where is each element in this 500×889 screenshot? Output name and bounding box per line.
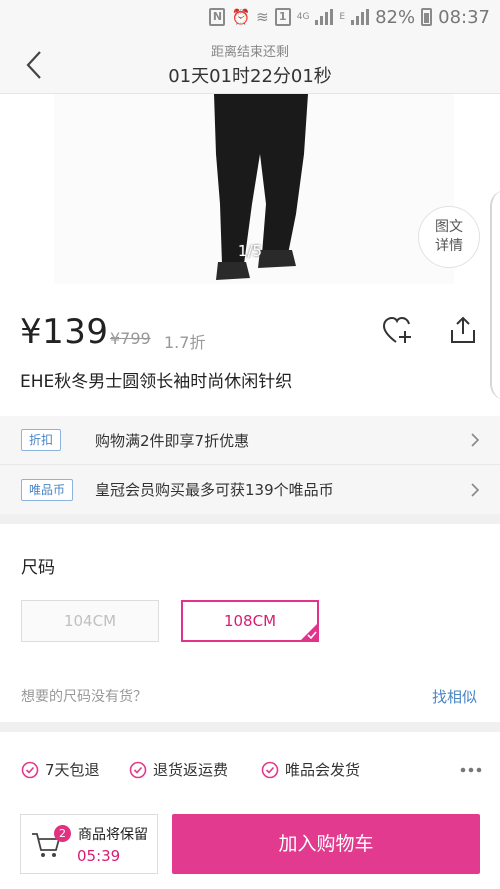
sim-icon: 1 [274,8,291,26]
battery-percent: 82% [375,6,416,28]
product-title: EHE秋冬男士圆领长袖时尚休闲针织 [20,372,293,392]
add-to-cart-button[interactable]: 加入购物车 [172,814,480,874]
section-divider [0,514,500,524]
detail-button-line2: 详情 [435,238,463,254]
wifi-icon: ≋ [256,8,269,26]
status-bar: N ⏰ ≋ 1 4G E 82% 08:37 [0,0,500,34]
nfc-icon: N [209,8,226,26]
clock: 08:37 [438,6,490,28]
favorite-heart-icon[interactable] [382,316,414,346]
discount-rate: 1.7折 [164,333,206,352]
selected-check-icon [301,624,317,640]
header: 距离结束还剩 01天01时22分01秒 [0,34,500,94]
network-4g-label: 4G [296,12,310,22]
size-out-of-stock-hint: 想要的尺码没有货？ [21,689,147,705]
size-option-104cm[interactable]: 104CM [21,600,159,642]
promo-tag: 折扣 [21,429,62,451]
service-7-day-return: 7天包退 [21,759,100,780]
check-circle-icon [21,761,39,778]
countdown-label: 距离结束还剩 [210,45,289,60]
promo-text: 购物满2件即享7折优惠 [95,431,250,450]
promo-tag: 唯品币 [21,478,74,501]
service-label: 唯品会发货 [285,761,361,779]
share-icon[interactable] [450,316,476,344]
cart-count-badge: 2 [54,825,71,842]
size-option-label: 108CM [223,612,277,630]
cart-hold-label: 商品将保留 [78,827,148,843]
chevron-right-icon [471,433,480,447]
countdown-timer: 01天01时22分01秒 [168,66,332,87]
promo-text: 皇冠会员购买最多可获139个唯品币 [95,481,334,499]
signal-icon-2 [351,9,370,25]
sale-price: ¥139 [20,312,109,352]
alarm-icon: ⏰ [231,8,251,26]
cart-hold-timer: 05:39 [77,847,121,865]
size-option-108cm[interactable]: 108CM [181,600,319,642]
check-circle-icon [261,761,279,778]
image-text-detail-button[interactable]: 图文 详情 [418,206,480,268]
promo-row-vip-coins[interactable]: 唯品币 皇冠会员购买最多可获139个唯品币 [0,465,500,514]
check-circle-icon [129,761,147,778]
find-similar-link[interactable]: 找相似 [432,686,477,707]
service-label: 7天包退 [45,761,100,779]
size-section-label: 尺码 [21,558,55,578]
signal-icon [315,9,334,25]
cart-button[interactable]: 2 商品将保留 05:39 [20,814,158,874]
promotions: 折扣 购物满2件即享7折优惠 唯品币 皇冠会员购买最多可获139个唯品币 [0,416,500,514]
detail-button-line1: 图文 [435,219,463,235]
original-price: ¥799 [110,329,151,348]
chevron-right-icon [471,482,480,497]
service-vip-shipping: 唯品会发货 [261,759,360,780]
service-return-shipping: 退货返运费 [129,759,228,780]
service-label: 退货返运费 [153,761,229,779]
network-e-label: E [339,12,346,22]
battery-icon [421,8,433,26]
more-dots-icon[interactable] [460,767,482,773]
status-icons: N ⏰ ≋ 1 4G E 82% 08:37 [209,5,490,29]
section-divider [0,722,500,732]
promo-row-discount[interactable]: 折扣 购物满2件即享7折优惠 [0,416,500,465]
product-image-gallery[interactable]: 1/5 图文 详情 [0,94,500,294]
screen-edge [490,190,500,400]
